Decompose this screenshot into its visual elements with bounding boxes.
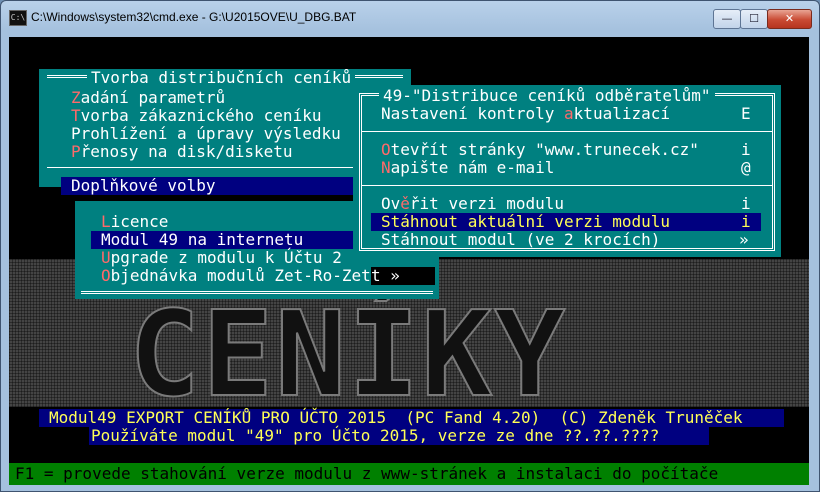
menu-item-label: adání parametrů — [80, 88, 226, 107]
menu-item-tvorba[interactable]: Tvorba zákaznického ceníku — [71, 107, 321, 125]
hotkey: N — [381, 158, 391, 177]
background-word: CENÍKY — [128, 284, 568, 424]
shortcut-key: » — [739, 230, 749, 249]
distribuce-item-stahnout-2[interactable]: Stáhnout modul (ve 2 krocích) — [381, 231, 660, 249]
hotkey: P — [71, 142, 81, 161]
submenu-item-label: Modul 49 na internetu — [101, 230, 304, 249]
submenu-item-label: pgrade z modulu k Účtu 2 — [110, 248, 342, 267]
shortcut-key: i — [741, 140, 751, 159]
main-menu-title: Tvorba distribučních ceníků — [87, 69, 356, 87]
item-label: apište nám e-mail — [390, 158, 555, 177]
minimize-button[interactable]: — — [713, 9, 741, 29]
hotkey: a — [564, 104, 574, 123]
submenu-item-licence[interactable]: Licence — [101, 213, 168, 231]
hotkey: L — [101, 212, 111, 231]
menu-item-prohlizeni[interactable]: Prohlížení a úpravy výsledku — [71, 125, 341, 143]
distribuce-item-otevrit[interactable]: Otevřít stránky "www.trunecek.cz" — [381, 141, 699, 159]
item-label: řit verzi modulu — [409, 194, 565, 213]
maximize-button[interactable]: ☐ — [740, 9, 768, 29]
distribuce-item-stahnout[interactable]: Stáhnout aktuální verzi modulu — [381, 213, 670, 231]
hotkey: T — [71, 106, 81, 125]
submenu-item-modul49[interactable]: Modul 49 na internetu — [101, 231, 303, 249]
distribuce-item-napiste[interactable]: Napište nám e-mail — [381, 159, 554, 177]
distribuce-separator — [362, 131, 772, 132]
menu-item-label: Prohlížení a úpravy výsledku — [71, 124, 341, 143]
submenu-item-upgrade[interactable]: Upgrade z modulu k Účtu 2 — [101, 249, 342, 267]
console-window: C:\ C:\Windows\system32\cmd.exe - G:\U20… — [0, 0, 820, 492]
item-label: ktualizací — [573, 104, 670, 123]
submenu-item-label: icence — [110, 212, 169, 231]
help-text: F1 = provede stahování verze modulu z ww… — [15, 464, 719, 483]
submenu-item-objednavka[interactable]: Objednávka modulů Zet-Ro-Zet — [101, 267, 371, 285]
distribuce-item-nastaveni[interactable]: Nastavení kontroly aktualizací — [381, 105, 670, 123]
hotkey: O — [381, 140, 391, 159]
cmd-icon: C:\ — [9, 10, 27, 26]
shortcut-key: @ — [741, 158, 751, 177]
main-menu-separator — [47, 167, 403, 168]
title-bar[interactable]: C:\ C:\Windows\system32\cmd.exe - G:\U20… — [1, 1, 819, 35]
console-area[interactable]: CENÍKY Tvorba distribučních ceníků Zadán… — [9, 37, 809, 485]
hotkey: ě — [400, 194, 410, 213]
status-line-2: Používáte modul "49" pro Účto 2015, verz… — [91, 426, 660, 445]
submenu-arrow[interactable]: t » — [371, 267, 435, 285]
status-line-1: Modul49 EXPORT CENÍKŮ PRO ÚČTO 2015 (PC … — [49, 408, 743, 427]
hotkey: U — [101, 248, 111, 267]
hotkey: Z — [71, 88, 81, 107]
submenu-item-label: bjednávka modulů Zet-Ro-Zet — [110, 266, 371, 285]
item-label: tevřít stránky "www.trunecek.cz" — [390, 140, 699, 159]
shortcut-key: i — [741, 212, 751, 231]
shortcut-key: E — [741, 104, 751, 123]
distribuce-item-overit[interactable]: Ověřit verzi modulu — [381, 195, 564, 213]
item-label: Ov — [381, 194, 401, 213]
close-button[interactable]: ✕ — [767, 9, 812, 29]
item-label: Nastavení kontroly — [381, 104, 565, 123]
menu-item-doplnkove[interactable]: Doplňkové volby — [71, 177, 216, 195]
distribuce-separator — [362, 185, 772, 186]
window-title: C:\Windows\system32\cmd.exe - G:\U2015OV… — [31, 10, 357, 24]
menu-item-label: vorba zákaznického ceníku — [80, 106, 322, 125]
menu-item-prenosy[interactable]: Přenosy na disk/disketu — [71, 143, 293, 161]
hotkey: O — [101, 266, 111, 285]
distribuce-title: 49-"Distribuce ceníků odběratelům" — [379, 87, 715, 105]
menu-item-label: řenosy na disk/disketu — [80, 142, 293, 161]
menu-item-zadani[interactable]: Zadání parametrů — [71, 89, 225, 107]
shortcut-key: i — [741, 194, 751, 213]
